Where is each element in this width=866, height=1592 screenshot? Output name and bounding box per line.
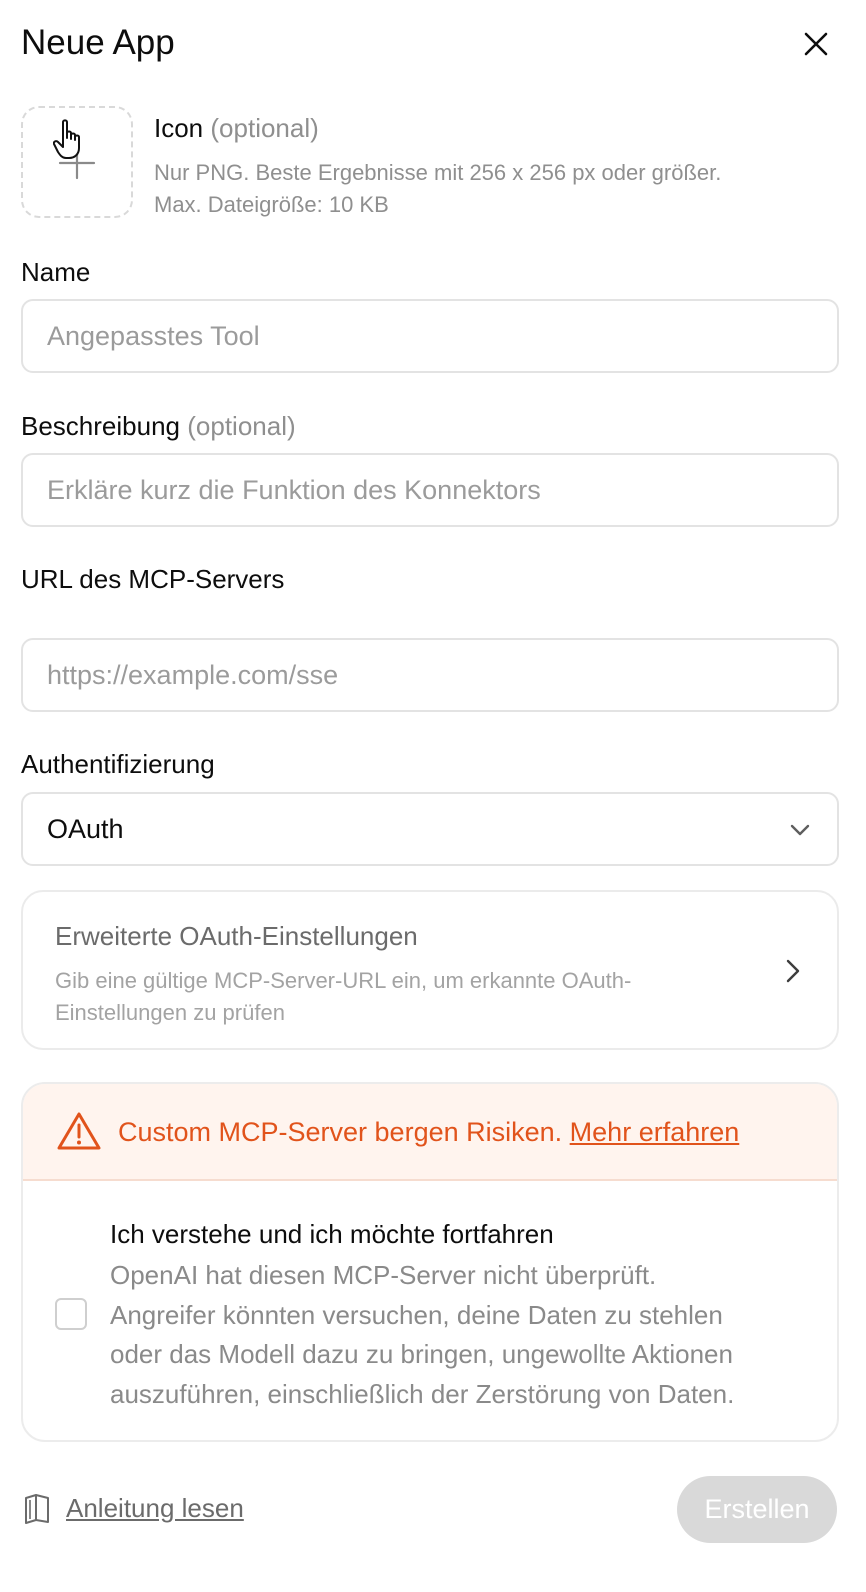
dialog-title: Neue App bbox=[21, 23, 175, 62]
oauth-desc-line: Einstellungen zu prüfen bbox=[55, 1000, 285, 1025]
auth-select[interactable]: OAuth bbox=[21, 792, 839, 866]
url-field[interactable] bbox=[21, 638, 839, 712]
auth-label: Authentifizierung bbox=[21, 749, 215, 779]
icon-optional-text: (optional) bbox=[210, 113, 319, 143]
new-app-dialog: Neue App Icon (optional) Nur PNG. Beste … bbox=[0, 0, 866, 1592]
consent-title: Ich verstehe und ich möchte fortfahren bbox=[110, 1219, 554, 1249]
auth-selected-value: OAuth bbox=[47, 813, 124, 844]
chevron-down-icon bbox=[790, 824, 810, 836]
consent-checkbox[interactable] bbox=[55, 1298, 87, 1330]
create-button[interactable]: Erstellen bbox=[677, 1476, 837, 1543]
description-label-text: Beschreibung bbox=[21, 411, 180, 441]
oauth-desc-line: Gib eine gültige MCP-Server-URL ein, um … bbox=[55, 968, 632, 993]
risk-warning-message: Custom MCP-Server bergen Risiken. bbox=[118, 1117, 563, 1147]
book-icon bbox=[25, 1494, 49, 1524]
url-label: URL des MCP-Servers bbox=[21, 564, 285, 594]
oauth-settings-description: Gib eine gültige MCP-Server-URL ein, um … bbox=[55, 965, 735, 1029]
icon-label: Icon (optional) bbox=[154, 112, 319, 144]
icon-hint-line: Max. Dateigröße: 10 KB bbox=[154, 192, 389, 217]
risk-card: Custom MCP-Server bergen Risiken. Mehr e… bbox=[21, 1082, 839, 1442]
oauth-settings-title: Erweiterte OAuth-Einstellungen bbox=[55, 921, 418, 951]
consent-line: oder das Modell dazu zu bringen, ungewol… bbox=[110, 1339, 733, 1369]
description-input[interactable] bbox=[47, 474, 813, 506]
name-label: Name bbox=[21, 257, 91, 287]
risk-warning-text: Custom MCP-Server bergen Risiken. Mehr e… bbox=[118, 1115, 739, 1149]
icon-label-text: Icon bbox=[154, 113, 204, 143]
consent-line: Angreifer könnten versuchen, deine Daten… bbox=[110, 1299, 723, 1330]
read-guide-link[interactable]: Anleitung lesen bbox=[22, 1492, 244, 1524]
description-field[interactable] bbox=[21, 453, 839, 527]
chevron-right-icon bbox=[786, 959, 800, 983]
description-label: Beschreibung (optional) bbox=[21, 410, 296, 442]
consent-line: OpenAI hat diesen MCP-Server nicht überp… bbox=[110, 1260, 657, 1290]
close-button[interactable] bbox=[796, 24, 836, 64]
close-icon bbox=[804, 32, 828, 56]
read-guide-label: Anleitung lesen bbox=[66, 1493, 244, 1523]
consent-line: auszuführen, einschließlich der Zerstöru… bbox=[110, 1378, 735, 1409]
icon-upload-dropzone[interactable] bbox=[21, 106, 133, 218]
learn-more-link[interactable]: Mehr erfahren bbox=[570, 1117, 740, 1147]
warning-triangle-icon bbox=[57, 1112, 101, 1150]
consent-description: OpenAI hat diesen MCP-Server nicht überp… bbox=[110, 1256, 820, 1414]
name-input[interactable] bbox=[47, 320, 813, 352]
name-field[interactable] bbox=[21, 299, 839, 373]
hand-pointer-icon bbox=[53, 119, 80, 159]
description-optional-text: (optional) bbox=[187, 411, 296, 441]
risk-warning-banner: Custom MCP-Server bergen Risiken. Mehr e… bbox=[23, 1084, 837, 1181]
icon-hint: Nur PNG. Beste Ergebnisse mit 256 x 256 … bbox=[154, 157, 834, 221]
icon-hint-line: Nur PNG. Beste Ergebnisse mit 256 x 256 … bbox=[154, 160, 722, 185]
advanced-oauth-settings[interactable]: Erweiterte OAuth-Einstellungen Gib eine … bbox=[21, 890, 839, 1050]
url-input[interactable] bbox=[47, 659, 813, 691]
